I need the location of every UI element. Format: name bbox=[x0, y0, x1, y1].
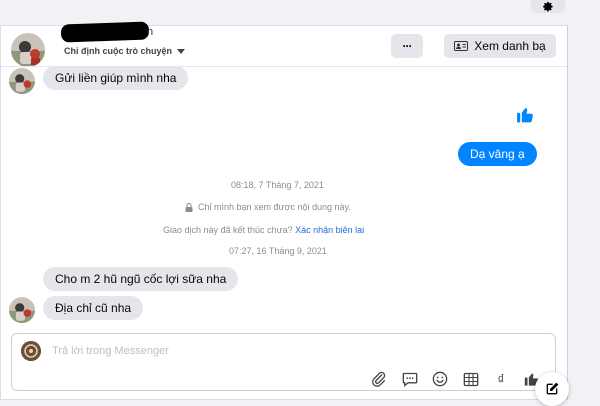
payment-button[interactable]: ₫ bbox=[491, 370, 511, 388]
saved-replies-button[interactable] bbox=[400, 370, 420, 388]
thumbs-up-icon[interactable] bbox=[515, 105, 535, 124]
message-timestamp: 07:27, 16 Tháng 9, 2021 bbox=[229, 246, 327, 256]
message-timestamp: 08:18, 7 Tháng 7, 2021 bbox=[231, 180, 324, 190]
conversation-assign-dropdown[interactable]: Chỉ định cuộc trò chuyện bbox=[64, 46, 186, 56]
sender-avatar[interactable] bbox=[9, 68, 35, 94]
transaction-prompt: Giao dịch này đã kết thúc chưa? Xác nhận… bbox=[163, 225, 364, 235]
caret-down-icon bbox=[177, 48, 186, 54]
compose-button[interactable] bbox=[535, 372, 569, 406]
reply-composer: ₫ bbox=[11, 333, 556, 391]
page-avatar bbox=[21, 341, 41, 361]
attach-button[interactable] bbox=[369, 370, 389, 388]
smiley-icon bbox=[432, 371, 448, 387]
dong-icon: ₫ bbox=[497, 371, 505, 387]
conversation-assign-label: Chỉ định cuộc trò chuyện bbox=[64, 46, 173, 56]
incoming-message[interactable]: Gửi liền giúp mình nha bbox=[43, 66, 189, 90]
contact-name-suffix: n bbox=[147, 26, 154, 38]
avatar[interactable] bbox=[11, 33, 45, 67]
more-options-button[interactable]: ··· bbox=[391, 34, 423, 58]
view-contacts-label: Xem danh bạ bbox=[474, 39, 546, 53]
emoji-button[interactable] bbox=[430, 370, 450, 388]
compose-icon bbox=[546, 382, 559, 395]
contact-card-icon bbox=[454, 41, 469, 51]
view-contacts-button[interactable]: Xem danh bạ bbox=[444, 34, 556, 58]
more-options-label: ··· bbox=[402, 39, 413, 53]
table-icon bbox=[463, 372, 479, 386]
lock-icon bbox=[185, 202, 193, 212]
outgoing-message[interactable]: Dạ vâng ạ bbox=[458, 142, 537, 166]
conversation-header: n Chỉ định cuộc trò chuyện ··· Xem danh … bbox=[1, 21, 567, 67]
reply-input[interactable] bbox=[52, 342, 452, 360]
chat-bubble-icon bbox=[402, 372, 418, 387]
sender-avatar[interactable] bbox=[9, 297, 35, 323]
gear-icon bbox=[542, 1, 553, 12]
incoming-message[interactable]: Địa chỉ cũ nha bbox=[43, 296, 144, 320]
paperclip-icon bbox=[372, 371, 386, 387]
conversation-panel: n Chỉ định cuộc trò chuyện ··· Xem danh … bbox=[0, 21, 568, 400]
incoming-message[interactable]: Cho m 2 hũ ngũ cốc lợi sữa nha bbox=[43, 267, 239, 291]
privacy-note: Chỉ mình bạn xem được nội dung này. bbox=[185, 202, 351, 212]
confirm-receipt-link[interactable]: Xác nhận biên lai bbox=[295, 225, 364, 235]
settings-button[interactable] bbox=[531, 0, 565, 13]
transaction-question: Giao dịch này đã kết thúc chưa? bbox=[163, 225, 293, 235]
redacted-contact-name bbox=[60, 21, 150, 43]
template-button[interactable] bbox=[461, 370, 481, 388]
privacy-note-text: Chỉ mình bạn xem được nội dung này. bbox=[198, 202, 351, 212]
